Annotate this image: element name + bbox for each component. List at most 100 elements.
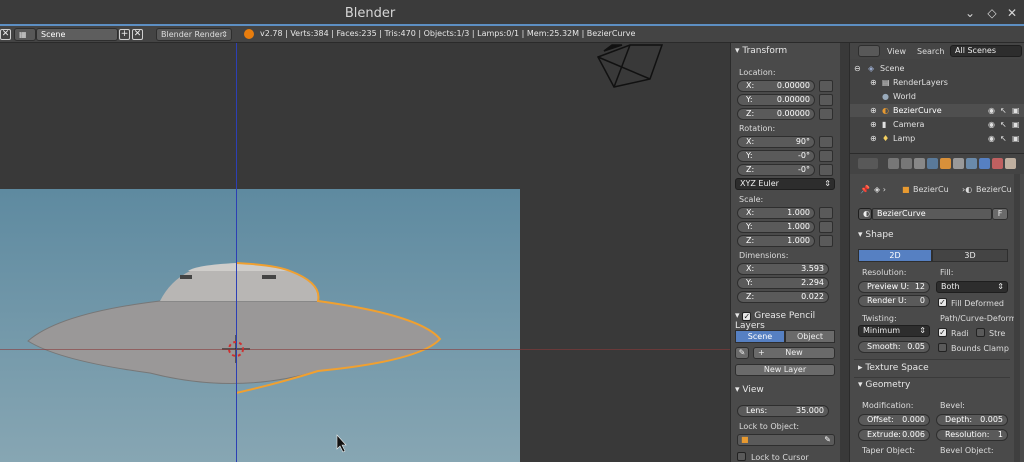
lock-icon[interactable]: [819, 94, 833, 106]
editor-type-icon[interactable]: [858, 158, 878, 169]
properties-scrollbar[interactable]: [1014, 174, 1020, 462]
blender-logo-icon: [244, 29, 254, 39]
modifiers-tab-icon[interactable]: [966, 158, 977, 169]
modification-label: Modification:: [862, 401, 914, 410]
grease-new-button[interactable]: + New: [753, 347, 835, 359]
location-z-field[interactable]: Z: 0.00000: [737, 108, 815, 120]
tab-grease-scene[interactable]: Scene: [735, 330, 785, 343]
dimensions-label: Dimensions:: [739, 251, 789, 260]
close-icon[interactable]: ✕: [0, 29, 11, 40]
rotation-mode-dropdown[interactable]: XYZ Euler ⇕: [735, 178, 835, 190]
location-x-field[interactable]: X: 0.00000: [737, 80, 815, 92]
tab-3d[interactable]: 3D: [932, 249, 1008, 262]
z-axis-line: [236, 43, 237, 462]
render-layers-tab-icon[interactable]: [901, 158, 912, 169]
rotation-x-field[interactable]: X: 90°: [737, 136, 815, 148]
rotation-y-field[interactable]: Y: -0°: [737, 150, 815, 162]
lens-field[interactable]: Lens: 35.000: [737, 405, 829, 417]
preview-u-field[interactable]: Preview U: 12: [858, 281, 930, 293]
lock-icon[interactable]: [819, 221, 833, 233]
maximize-icon[interactable]: ◇: [984, 5, 1000, 21]
render-u-field[interactable]: Render U: 0: [858, 295, 930, 307]
delete-scene-icon[interactable]: ✕: [132, 29, 143, 40]
texture-tab-icon[interactable]: [1005, 158, 1016, 169]
fill-deformed-checkbox[interactable]: ✓: [938, 298, 947, 307]
radius-checkbox[interactable]: ✓: [938, 328, 947, 337]
bevel-depth-field[interactable]: Depth: 0.005: [936, 414, 1008, 426]
extrude-field[interactable]: Extrude: 0.006: [858, 429, 930, 441]
scale-y-field[interactable]: Y: 1.000: [737, 221, 815, 233]
3d-viewport[interactable]: [0, 43, 730, 462]
outliner-filter-dropdown[interactable]: All Scenes: [950, 45, 1022, 57]
scale-z-field[interactable]: Z: 1.000: [737, 235, 815, 247]
tab-grease-object[interactable]: Object: [785, 330, 835, 343]
location-y-field[interactable]: Y: 0.00000: [737, 94, 815, 106]
lock-icon[interactable]: [819, 164, 833, 176]
rotation-z-field[interactable]: Z: -0°: [737, 164, 815, 176]
x-axis-line: [0, 349, 730, 350]
outliner-row-world[interactable]: ● World: [850, 90, 1024, 103]
outliner-row-renderlayers[interactable]: ⊕ ▤ RenderLayers: [850, 76, 1024, 89]
grease-pencil-panel-header[interactable]: ▾ ✓ Grease Pencil Layers: [735, 311, 840, 331]
outliner-view-menu[interactable]: View: [887, 47, 906, 56]
transform-panel-header[interactable]: ▾ Transform: [735, 46, 787, 59]
fill-mode-dropdown[interactable]: Both ⇕: [936, 281, 1008, 293]
lock-icon[interactable]: [819, 150, 833, 162]
pin-icon[interactable]: 📌: [860, 185, 870, 194]
lock-object-field[interactable]: ■ ✎: [737, 434, 835, 446]
texture-space-panel-header[interactable]: ▸ Texture Space: [858, 363, 929, 376]
grease-pencil-checkbox[interactable]: ✓: [742, 312, 752, 321]
offset-field[interactable]: Offset: 0.000: [858, 414, 930, 426]
screen-layout-icon[interactable]: ▦: [14, 28, 36, 41]
geometry-panel-header[interactable]: ▾ Geometry: [858, 380, 910, 393]
stretch-checkbox[interactable]: [976, 328, 985, 337]
world-tab-icon[interactable]: [927, 158, 938, 169]
new-layer-button[interactable]: New Layer: [735, 364, 835, 376]
scene-breadcrumb-icon: ◈ ›: [874, 185, 886, 194]
editor-type-icon[interactable]: [858, 45, 880, 57]
taper-object-label: Taper Object:: [862, 446, 916, 455]
shape-panel-header[interactable]: ▾ Shape: [858, 230, 894, 243]
bevel-resolution-field[interactable]: Resolution: 1: [936, 429, 1008, 441]
lock-icon[interactable]: [819, 235, 833, 247]
scene-name-field[interactable]: Scene: [36, 28, 118, 41]
outliner-row-camera[interactable]: ⊕ ▮ Camera ◉ ↖ ▣: [850, 118, 1024, 131]
outliner-search-menu[interactable]: Search: [917, 47, 944, 56]
outliner-row-beziercurve[interactable]: ⊕ ◐ BezierCurve ◉ ↖ ▣: [850, 104, 1024, 117]
lock-icon[interactable]: [819, 108, 833, 120]
lock-to-object-label: Lock to Object:: [739, 422, 800, 431]
pencil-icon[interactable]: ✎: [735, 347, 749, 359]
twisting-mode-dropdown[interactable]: Minimum ⇕: [858, 325, 930, 337]
view-panel-header[interactable]: ▾ View: [735, 385, 764, 398]
fake-user-button[interactable]: F: [992, 208, 1008, 220]
dimension-z-field[interactable]: Z: 0.022: [737, 291, 829, 303]
tab-2d[interactable]: 2D: [858, 249, 932, 262]
scale-x-field[interactable]: X: 1.000: [737, 207, 815, 219]
add-scene-icon[interactable]: +: [119, 29, 130, 40]
material-tab-icon[interactable]: [992, 158, 1003, 169]
lock-icon[interactable]: [819, 136, 833, 148]
datablock-name-field[interactable]: BezierCurve: [872, 208, 992, 220]
lock-icon[interactable]: [819, 80, 833, 92]
bounds-clamp-label: Bounds Clamp: [951, 344, 1009, 353]
scene-tab-icon[interactable]: [914, 158, 925, 169]
mouse-pointer-icon: [336, 434, 347, 453]
outliner-row-lamp[interactable]: ⊕ ♦ Lamp ◉ ↖ ▣: [850, 132, 1024, 145]
bounds-clamp-checkbox[interactable]: [938, 343, 947, 352]
object-tab-icon[interactable]: [940, 158, 951, 169]
constraints-tab-icon[interactable]: [953, 158, 964, 169]
bevel-label: Bevel:: [940, 401, 965, 410]
curve-datablock-icon[interactable]: ◐: [858, 208, 872, 220]
render-engine-dropdown[interactable]: Blender Render ⇕: [156, 28, 232, 41]
smooth-field[interactable]: Smooth: 0.05: [858, 341, 930, 353]
minimize-icon[interactable]: ⌄: [962, 5, 978, 21]
dimension-y-field[interactable]: Y: 2.294: [737, 277, 829, 289]
lock-to-cursor-checkbox[interactable]: [737, 452, 746, 461]
lock-icon[interactable]: [819, 207, 833, 219]
dimension-x-field[interactable]: X: 3.593: [737, 263, 829, 275]
curve-data-tab-icon[interactable]: [979, 158, 990, 169]
close-icon[interactable]: ✕: [1004, 5, 1020, 21]
render-engine-label: Blender Render: [161, 30, 224, 39]
outliner-row-scene[interactable]: ⊖ ◈ Scene: [850, 62, 1024, 75]
render-tab-icon[interactable]: [888, 158, 899, 169]
